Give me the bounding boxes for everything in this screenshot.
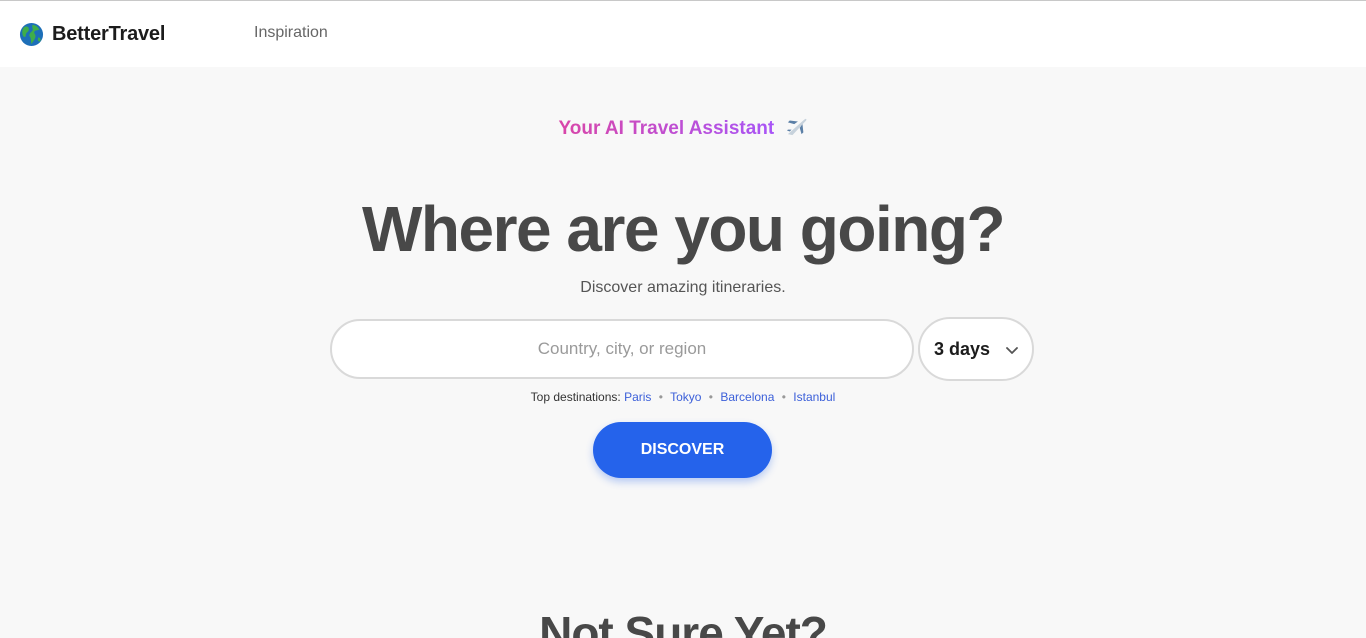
chevron-down-icon <box>1006 347 1018 354</box>
top-destinations-label: Top destinations: <box>530 390 621 404</box>
nav-link-inspiration[interactable]: Inspiration <box>254 24 328 42</box>
hero-title: Where are you going? <box>361 193 1006 265</box>
tagline-text: Your AI Travel Assistant <box>558 118 775 139</box>
globe-icon <box>19 22 44 46</box>
trip-length-value: 3 days <box>934 338 991 359</box>
destination-link-paris[interactable]: Paris <box>624 390 651 404</box>
separator-dot: • <box>781 390 786 404</box>
navbar: BetterTravel Inspiration <box>0 1 1366 67</box>
top-destinations: Top destinations: Paris • Tokyo • Barcel… <box>0 390 1366 404</box>
destination-search-input[interactable] <box>330 319 914 379</box>
separator-dot: • <box>658 390 663 404</box>
discover-button[interactable]: DISCOVER <box>593 422 772 478</box>
brand-logo[interactable]: BetterTravel <box>19 21 165 47</box>
hero-tagline: Your AI Travel Assistant <box>0 116 1366 140</box>
hero-subtitle: Discover amazing itineraries. <box>580 279 786 296</box>
destination-link-istanbul[interactable]: Istanbul <box>793 390 835 404</box>
section-title-not-sure: Not Sure Yet? <box>539 607 828 638</box>
trip-length-dropdown[interactable]: 3 days <box>918 317 1034 381</box>
destination-link-tokyo[interactable]: Tokyo <box>670 390 701 404</box>
airplane-icon <box>786 118 806 136</box>
destination-link-barcelona[interactable]: Barcelona <box>720 390 774 404</box>
brand-name: BetterTravel <box>52 22 166 45</box>
separator-dot: • <box>708 390 713 404</box>
